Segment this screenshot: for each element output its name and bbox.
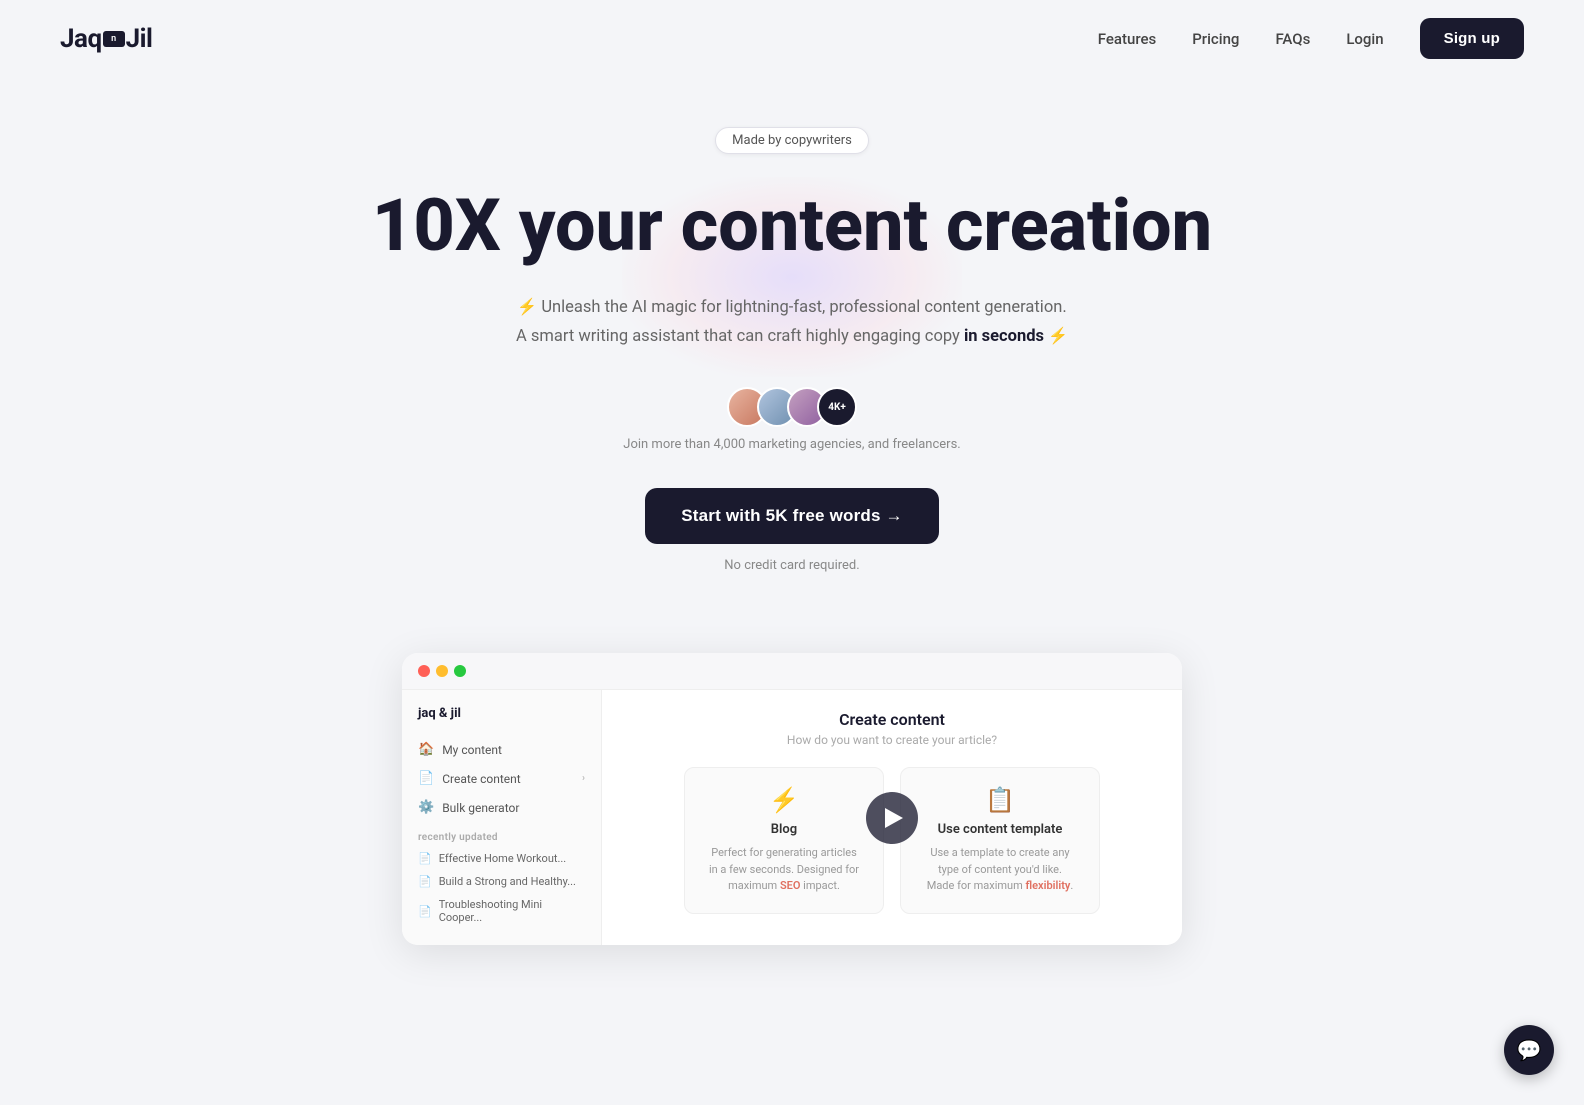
lightning-card-icon: ⚡ [707,786,861,814]
hero-title-rest: your content creation [501,183,1212,268]
hero-section: Made by copywriters 10X your content cre… [0,77,1584,603]
chat-icon: 💬 [1517,1038,1542,1062]
logo-text-jil: Jil [126,24,153,54]
sidebar-item-my-content[interactable]: 🏠 My content [402,735,601,764]
document-icon: 📄 [418,771,434,786]
app-card-blog-title: Blog [707,822,861,837]
recently-updated-label: recently updated [402,822,601,847]
play-triangle-icon [885,808,903,828]
hero-subtitle: ⚡ Unleash the AI magic for lightning-fas… [512,293,1072,351]
logo-bracket: n [103,31,125,47]
app-card-template-title: Use content template [923,822,1077,837]
lightning-prefix-icon: ⚡ [517,297,537,316]
chevron-right-icon: › [582,773,585,784]
sidebar-item-create-content[interactable]: 📄 Create content › [402,764,601,793]
template-card-icon: 📋 [923,786,1077,814]
sidebar-bulk-generator-label: Bulk generator [442,801,519,815]
sidebar-logo: jaq & jil [402,706,601,735]
doc-icon-2: 📄 [418,875,432,888]
avatar-caption: Join more than 4,000 marketing agencies,… [623,437,960,452]
app-card-blog[interactable]: ⚡ Blog Perfect for generating articles i… [684,767,884,914]
nav-login[interactable]: Login [1346,30,1383,48]
hero-subtitle-bold: in seconds [964,327,1044,346]
nav-pricing[interactable]: Pricing [1192,30,1239,48]
cta-button[interactable]: Start with 5K free words → [645,488,939,544]
doc-icon-1: 📄 [418,852,432,865]
dot-green [454,665,466,677]
avatars-row: 4K+ [727,387,857,427]
home-icon: 🏠 [418,742,434,757]
nav-links: Features Pricing FAQs Login Sign up [1098,18,1524,59]
sidebar-item-bulk-generator[interactable]: ⚙️ Bulk generator [402,793,601,822]
template-desc-suffix: . [1070,879,1073,892]
navbar: JaqnJil Features Pricing FAQs Login Sign… [0,0,1584,77]
app-main: Create content How do you want to create… [602,690,1182,945]
app-main-subtitle: How do you want to create your article? [787,733,997,747]
app-card-template-desc: Use a template to create any type of con… [923,845,1077,895]
hero-badge: Made by copywriters [715,127,869,154]
recent-item-1-label: Effective Home Workout... [439,852,567,865]
logo[interactable]: JaqnJil [60,24,152,54]
app-card-template[interactable]: 📋 Use content template Use a template to… [900,767,1100,914]
avatar-count: 4K+ [817,387,857,427]
logo-text-jaq: Jaq [60,24,102,54]
sidebar-recent-1[interactable]: 📄 Effective Home Workout... [402,847,601,870]
dot-red [418,665,430,677]
nav-features[interactable]: Features [1098,30,1156,48]
play-button[interactable] [866,792,918,844]
sidebar-recent-2[interactable]: 📄 Build a Strong and Healthy... [402,870,601,893]
gear-icon: ⚙️ [418,800,434,815]
blog-desc-suffix: impact. [800,879,839,892]
hero-title: 10X your content creation [372,186,1212,265]
chat-bubble-button[interactable]: 💬 [1504,1025,1554,1075]
nav-faqs[interactable]: FAQs [1275,30,1310,48]
app-topbar [402,653,1182,690]
avatars-section: 4K+ Join more than 4,000 marketing agenc… [623,387,960,452]
sidebar-create-content-label: Create content [442,772,521,786]
recent-item-2-label: Build a Strong and Healthy... [439,875,576,888]
lightning-suffix-icon: ⚡ [1048,326,1068,345]
dot-yellow [436,665,448,677]
app-preview: jaq & jil 🏠 My content 📄 Create content … [402,653,1182,945]
template-desc-highlight: flexibility [1025,879,1070,892]
hero-title-10x: 10X [372,183,501,268]
app-main-title: Create content [839,710,945,729]
app-body: jaq & jil 🏠 My content 📄 Create content … [402,690,1182,945]
app-card-blog-desc: Perfect for generating articles in a few… [707,845,861,895]
blog-desc-highlight: SEO [780,879,801,892]
signup-button[interactable]: Sign up [1420,18,1524,59]
sidebar-my-content-label: My content [442,743,502,757]
doc-icon-3: 📄 [418,905,432,918]
sidebar-recent-3[interactable]: 📄 Troubleshooting Mini Cooper... [402,893,601,929]
no-credit-card-text: No credit card required. [724,558,859,573]
recent-item-3-label: Troubleshooting Mini Cooper... [439,898,585,924]
app-sidebar: jaq & jil 🏠 My content 📄 Create content … [402,690,602,945]
